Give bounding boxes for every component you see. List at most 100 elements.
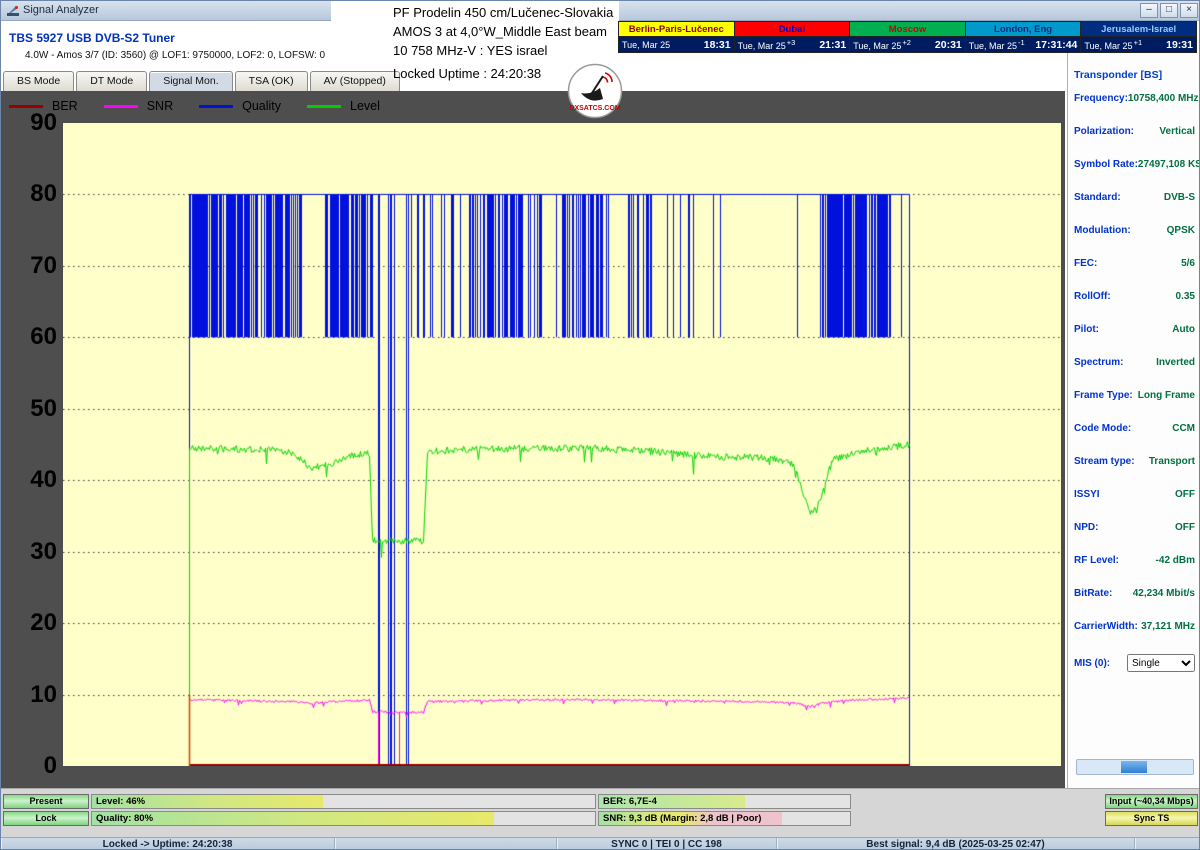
legend-label: SNR <box>147 99 173 113</box>
dxsatcs-logo: DXSATCS.COM <box>567 63 623 119</box>
present-indicator: Present <box>3 794 89 809</box>
transponder-value: Long Frame <box>1138 390 1195 401</box>
transponder-label: Polarization: <box>1074 126 1134 137</box>
transponder-value: Transport <box>1149 456 1195 467</box>
transponder-row-frame-type: Frame Type:Long Frame <box>1068 390 1200 401</box>
bottom-statusbar: Locked -> Uptime: 24:20:38 SYNC 0 | TEI … <box>1 837 1200 850</box>
clock-time: 19:31 <box>1166 39 1193 51</box>
transponder-label: RF Level: <box>1074 555 1119 566</box>
tab-tsa-ok[interactable]: TSA (OK) <box>235 71 308 91</box>
level-bar: Level: 46% <box>91 794 596 809</box>
clock-jerusalem-israel: Jerusalem-IsraelTue, Mar 25+119:31 <box>1081 22 1196 52</box>
clock-date: Tue, Mar 25-1 <box>969 38 1025 51</box>
maximize-button[interactable]: □ <box>1160 3 1178 18</box>
mis-select[interactable]: Single <box>1127 654 1195 672</box>
tuner-subtitle: 4.0W - Amos 3/7 (ID: 3560) @ LOF1: 97500… <box>25 50 325 61</box>
transponder-row-carrierwidth: CarrierWidth:37,121 MHz <box>1068 621 1200 632</box>
legend-line-quality <box>199 105 233 108</box>
sync-ts-indicator: Sync TS <box>1105 811 1198 826</box>
legend-item-snr: SNR <box>104 99 173 113</box>
clock-berlin-paris-lu-enec: Berlin-Paris-LučenecTue, Mar 2518:31 <box>619 22 735 52</box>
ber-bar-label: BER: 6,7E-4 <box>603 796 657 807</box>
tab-signal-mon[interactable]: Signal Mon. <box>149 71 232 91</box>
clock-body: Tue, Mar 25-1 17:31:44 <box>966 37 1081 52</box>
window-title: Signal Analyzer <box>23 4 99 16</box>
signal-plot <box>63 123 1061 766</box>
clock-utc-offset: -1 <box>1018 38 1025 47</box>
transponder-rows: Frequency:10758,400 MHz Polarization: Vert… <box>1068 93 1200 632</box>
transponder-label: RollOff: <box>1074 291 1111 302</box>
status-strip: Present Level: 46% BER: 6,7E-4 Input (~4… <box>1 788 1200 837</box>
legend-line-ber <box>9 105 43 108</box>
minimize-button[interactable]: – <box>1140 3 1158 18</box>
clock-date: Tue, Mar 25+1 <box>1084 38 1142 51</box>
legend-label: Quality <box>242 99 281 113</box>
tuner-title: TBS 5927 USB DVB-S2 Tuner <box>9 31 175 45</box>
lock-indicator: Lock <box>3 811 89 826</box>
transponder-value: Vertical <box>1159 126 1195 137</box>
transponder-label: Modulation: <box>1074 225 1131 236</box>
transponder-value: DVB-S <box>1164 192 1195 203</box>
statusbar-spacer <box>335 838 557 850</box>
transponder-value: 42,234 Mbit/s <box>1133 588 1195 599</box>
sidebar-progress-chunk <box>1121 761 1147 773</box>
y-tick-label-90: 90 <box>1 109 57 137</box>
transponder-value: OFF <box>1175 489 1195 500</box>
transponder-value: CCM <box>1172 423 1195 434</box>
clock-moscow: MoscowTue, Mar 25+220:31 <box>850 22 966 52</box>
tab-av-stopped[interactable]: AV (Stopped) <box>310 71 400 91</box>
transponder-label: ISSYI <box>1074 489 1100 500</box>
clock-body: Tue, Mar 25+220:31 <box>850 37 965 52</box>
statusbar-sync-counters: SYNC 0 | TEI 0 | CC 198 <box>557 838 777 850</box>
legend-item-level: Level <box>307 99 380 113</box>
clock-body: Tue, Mar 2518:31 <box>619 37 734 52</box>
clock-utc-offset: +2 <box>902 38 911 47</box>
transponder-label: FEC: <box>1074 258 1097 269</box>
transponder-value: -42 dBm <box>1156 555 1195 566</box>
y-tick-label-30: 30 <box>1 538 57 566</box>
transponder-row-rolloff: RollOff:0.35 <box>1068 291 1200 302</box>
ber-bar: BER: 6,7E-4 <box>598 794 851 809</box>
y-tick-label-0: 0 <box>1 752 57 780</box>
transponder-row-standard: Standard: DVB-S <box>1068 192 1200 203</box>
transponder-row-bitrate: BitRate:42,234 Mbit/s <box>1068 588 1200 599</box>
clock-london-eng: London, EngTue, Mar 25-1 17:31:44 <box>966 22 1082 52</box>
app-icon <box>6 4 20 18</box>
transponder-sidebar: Transponder [BS] Frequency:10758,400 MHz… <box>1067 53 1200 788</box>
transponder-value: 10758,400 MHz <box>1128 93 1199 104</box>
transponder-label: Stream type: <box>1074 456 1135 467</box>
clock-time: 21:31 <box>819 39 846 51</box>
transponder-label: Frequency: <box>1074 93 1128 104</box>
clock-time: 20:31 <box>935 39 962 51</box>
transponder-row-modulation: Modulation:QPSK <box>1068 225 1200 236</box>
tab-dt-mode[interactable]: DT Mode <box>76 71 147 91</box>
statusbar-locked-uptime: Locked -> Uptime: 24:20:38 <box>1 838 335 850</box>
tab-bs-mode[interactable]: BS Mode <box>3 71 74 91</box>
window-buttons: – □ × <box>1140 3 1198 18</box>
transponder-value: 37,121 MHz <box>1141 621 1195 632</box>
transponder-row-stream-type: Stream type: Transport <box>1068 456 1200 467</box>
y-tick-label-70: 70 <box>1 252 57 280</box>
transponder-value: Auto <box>1172 324 1195 335</box>
close-button[interactable]: × <box>1180 3 1198 18</box>
snr-bar-label: SNR: 9,3 dB (Margin: 2,8 dB | Poor) <box>603 813 761 824</box>
clock-date: Tue, Mar 25+3 <box>738 38 796 51</box>
clock-city-label: London, Eng <box>966 22 1081 37</box>
dxsatcs-logo-text: DXSATCS.COM <box>569 105 620 112</box>
site-info-box: PF Prodelin 450 cm/Lučenec-Slovakia AMOS… <box>331 1 619 71</box>
sidebar-progress <box>1076 759 1194 775</box>
site-line-2: AMOS 3 at 4,0°W_Middle East beam <box>393 22 613 41</box>
legend-line-level <box>307 105 341 108</box>
clock-body: Tue, Mar 25+3 21:31 <box>735 37 850 52</box>
mis-row: MIS (0): Single <box>1068 654 1200 672</box>
transponder-label: Code Mode: <box>1074 423 1131 434</box>
clock-time: 17:31:44 <box>1035 39 1077 51</box>
clock-utc-offset: +1 <box>1134 38 1143 47</box>
snr-bar: SNR: 9,3 dB (Margin: 2,8 dB | Poor) <box>598 811 851 826</box>
world-clocks: Berlin-Paris-LučenecTue, Mar 2518:31Duba… <box>618 21 1197 53</box>
clock-city-label: Dubai <box>735 22 850 37</box>
transponder-label: Standard: <box>1074 192 1121 203</box>
chart-panel: BERSNRQualityLevel 0102030405060708090 <box>1 91 1065 788</box>
transponder-row-issyi: ISSYI OFF <box>1068 489 1200 500</box>
y-tick-label-60: 60 <box>1 323 57 351</box>
